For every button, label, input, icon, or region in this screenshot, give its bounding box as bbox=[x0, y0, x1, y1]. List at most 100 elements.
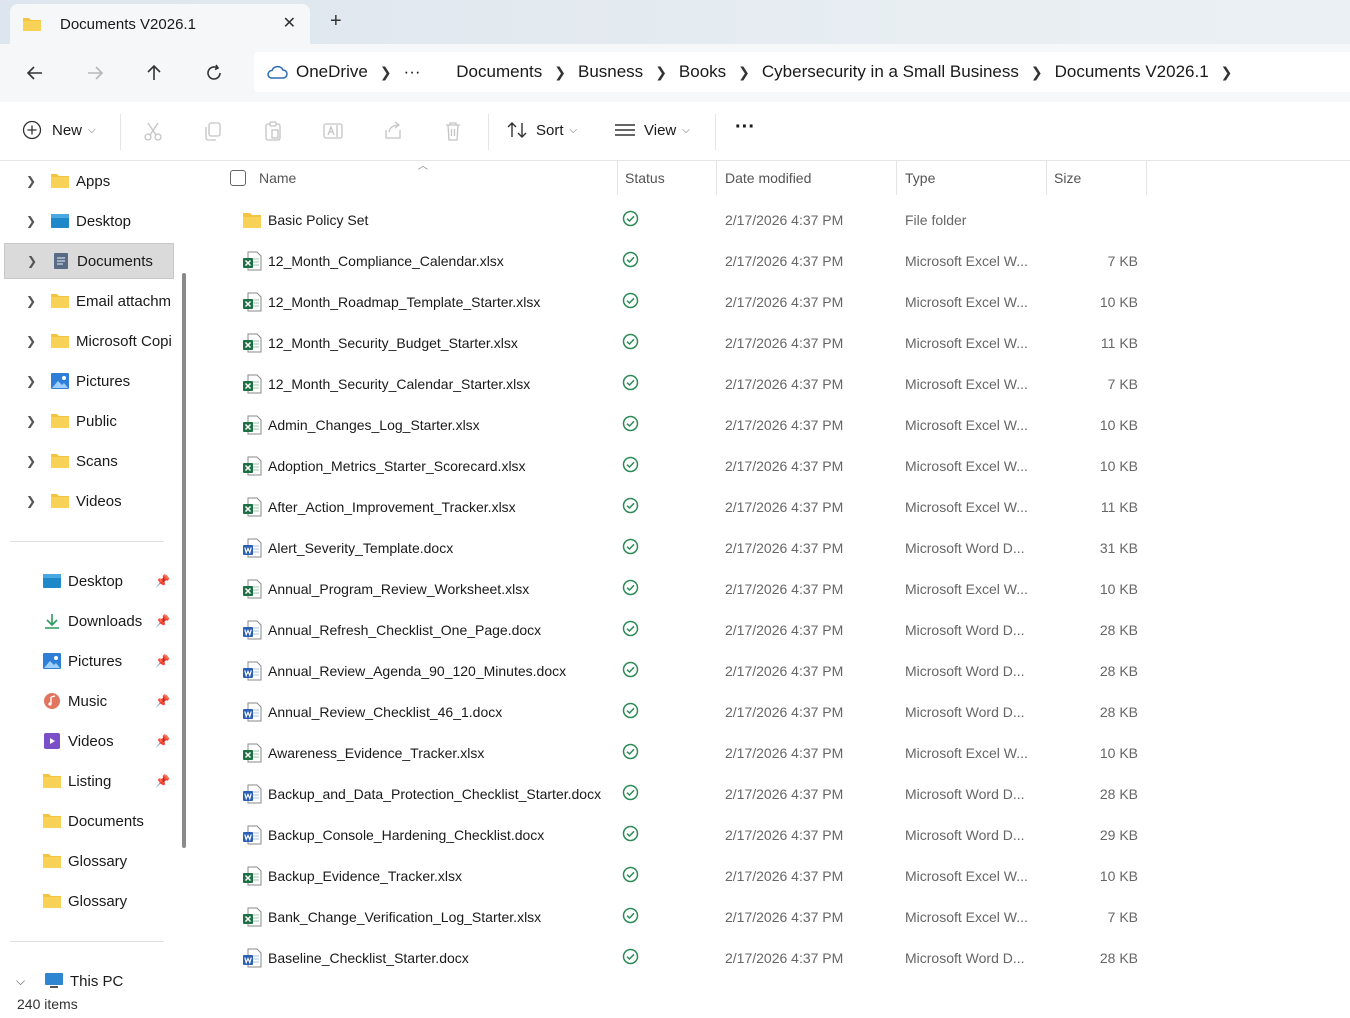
plus-icon[interactable]: + bbox=[330, 10, 342, 33]
file-row[interactable]: Bank_Change_Verification_Log_Starter.xls… bbox=[226, 896, 1146, 937]
sort-button[interactable]: Sort ⌵ bbox=[506, 120, 577, 140]
column-header-size[interactable]: Size bbox=[1054, 161, 1081, 195]
file-row[interactable]: Backup_and_Data_Protection_Checklist_Sta… bbox=[226, 773, 1146, 814]
chevron-right-icon[interactable]: ❯ bbox=[26, 294, 38, 308]
refresh-button[interactable] bbox=[199, 58, 229, 88]
file-row[interactable]: Baseline_Checklist_Starter.docx 2/17/2026… bbox=[226, 937, 1146, 978]
folder-row[interactable]: Basic Policy Set 2/17/2026 4:37 PM File fo… bbox=[226, 199, 1146, 240]
back-button[interactable] bbox=[20, 58, 50, 88]
file-row[interactable]: 12_Month_Security_Calendar_Starter.xlsx 2… bbox=[226, 363, 1146, 404]
close-icon[interactable]: ✕ bbox=[283, 13, 296, 33]
chevron-right-icon[interactable]: ❯ bbox=[380, 64, 392, 81]
sidebar-item-email-attachm[interactable]: ❯ Email attachm bbox=[0, 283, 180, 319]
chevron-right-icon[interactable]: ❯ bbox=[1031, 64, 1043, 81]
chevron-right-icon[interactable]: ❯ bbox=[26, 494, 38, 508]
file-row[interactable]: Annual_Refresh_Checklist_One_Page.docx 2/… bbox=[226, 609, 1146, 650]
pin-icon[interactable]: 📌 bbox=[155, 614, 170, 628]
file-row[interactable]: Alert_Severity_Template.docx 2/17/2026 4:… bbox=[226, 527, 1146, 568]
chevron-right-icon[interactable]: ❯ bbox=[26, 334, 38, 348]
cut-button[interactable] bbox=[142, 120, 164, 142]
pin-icon[interactable]: 📌 bbox=[155, 654, 170, 668]
paste-button[interactable] bbox=[262, 120, 284, 142]
breadcrumb-documents[interactable]: Documents bbox=[456, 62, 542, 82]
quick-access-pictures[interactable]: Pictures 📌 bbox=[0, 643, 180, 679]
up-button[interactable] bbox=[139, 58, 169, 88]
file-name-cell: Annual_Review_Checklist_46_1.docx bbox=[242, 702, 502, 722]
quick-access-listing[interactable]: Listing 📌 bbox=[0, 763, 180, 799]
breadcrumb-books[interactable]: Books bbox=[679, 62, 726, 82]
column-divider[interactable] bbox=[617, 161, 618, 195]
pin-icon[interactable]: 📌 bbox=[155, 734, 170, 748]
status-cell bbox=[622, 251, 639, 271]
sidebar-item-this-pc[interactable]: ⌵ This PC bbox=[0, 963, 180, 990]
quick-access-glossary[interactable]: Glossary bbox=[0, 883, 180, 919]
breadcrumb-busness[interactable]: Busness bbox=[578, 62, 643, 82]
file-row[interactable]: After_Action_Improvement_Tracker.xlsx 2/1… bbox=[226, 486, 1146, 527]
sidebar-item-microsoft-copi[interactable]: ❯ Microsoft Copi bbox=[0, 323, 180, 359]
breadcrumb-overflow[interactable]: ··· bbox=[404, 62, 421, 82]
chevron-right-icon[interactable]: ❯ bbox=[26, 174, 38, 188]
file-row[interactable]: Backup_Evidence_Tracker.xlsx 2/17/2026 4:… bbox=[226, 855, 1146, 896]
column-divider[interactable] bbox=[1046, 161, 1047, 195]
sidebar-item-documents[interactable]: ❯ Documents bbox=[4, 243, 174, 279]
delete-button[interactable] bbox=[442, 120, 464, 142]
file-row[interactable]: Annual_Program_Review_Worksheet.xlsx 2/17… bbox=[226, 568, 1146, 609]
file-name-cell: Annual_Program_Review_Worksheet.xlsx bbox=[242, 579, 529, 599]
sidebar-scrollbar[interactable] bbox=[182, 273, 186, 848]
quick-access-videos[interactable]: Videos 📌 bbox=[0, 723, 180, 759]
pin-icon[interactable]: 📌 bbox=[155, 574, 170, 588]
file-row[interactable]: 12_Month_Roadmap_Template_Starter.xlsx 2/… bbox=[226, 281, 1146, 322]
sidebar-item-pictures[interactable]: ❯ Pictures bbox=[0, 363, 180, 399]
quick-access-desktop[interactable]: Desktop 📌 bbox=[0, 563, 180, 599]
pin-icon[interactable]: 📌 bbox=[155, 694, 170, 708]
sidebar-item-scans[interactable]: ❯ Scans bbox=[0, 443, 180, 479]
chevron-right-icon[interactable]: ❯ bbox=[26, 414, 38, 428]
sidebar-item-videos[interactable]: ❯ Videos bbox=[0, 483, 180, 519]
quick-access-glossary[interactable]: Glossary bbox=[0, 843, 180, 879]
select-all-checkbox[interactable] bbox=[230, 170, 246, 186]
tab-documents[interactable]: Documents V2026.1 ✕ bbox=[10, 4, 310, 44]
view-button[interactable]: View ⌵ bbox=[614, 120, 690, 140]
file-row[interactable]: Awareness_Evidence_Tracker.xlsx 2/17/2026… bbox=[226, 732, 1146, 773]
chevron-right-icon[interactable]: ❯ bbox=[27, 254, 39, 268]
breadcrumb-onedrive[interactable]: OneDrive bbox=[296, 62, 368, 82]
sidebar-item-public[interactable]: ❯ Public bbox=[0, 403, 180, 439]
share-button[interactable] bbox=[382, 120, 404, 142]
address-bar[interactable]: OneDrive ❯ ··· ❯ Documents ❯ Busness ❯ B… bbox=[254, 52, 1350, 92]
file-row[interactable]: Admin_Changes_Log_Starter.xlsx 2/17/2026 … bbox=[226, 404, 1146, 445]
rename-button[interactable] bbox=[322, 120, 344, 142]
chevron-right-icon[interactable]: ❯ bbox=[26, 454, 38, 468]
file-row[interactable]: 12_Month_Security_Budget_Starter.xlsx 2/1… bbox=[226, 322, 1146, 363]
column-header-type[interactable]: Type bbox=[905, 161, 935, 195]
file-row[interactable]: 12_Month_Compliance_Calendar.xlsx 2/17/20… bbox=[226, 240, 1146, 281]
file-row[interactable]: Annual_Review_Agenda_90_120_Minutes.docx… bbox=[226, 650, 1146, 691]
file-row[interactable]: Annual_Review_Checklist_46_1.docx 2/17/20… bbox=[226, 691, 1146, 732]
chevron-down-icon[interactable]: ⌵ bbox=[16, 974, 28, 989]
column-divider[interactable] bbox=[1146, 161, 1147, 195]
chevron-right-icon[interactable]: ❯ bbox=[554, 64, 566, 81]
copy-button[interactable] bbox=[202, 120, 224, 142]
chevron-right-icon[interactable]: ❯ bbox=[1221, 64, 1233, 81]
column-divider[interactable] bbox=[896, 161, 897, 195]
more-options-button[interactable]: ··· bbox=[735, 116, 755, 139]
column-divider[interactable] bbox=[716, 161, 717, 195]
chevron-right-icon[interactable]: ❯ bbox=[738, 64, 750, 81]
column-header-status[interactable]: Status bbox=[625, 161, 665, 195]
new-button[interactable]: New ⌵ bbox=[22, 120, 96, 140]
pin-icon[interactable]: 📌 bbox=[155, 774, 170, 788]
column-header-name[interactable]: Name bbox=[259, 161, 296, 195]
chevron-right-icon[interactable]: ❯ bbox=[26, 214, 38, 228]
chevron-right-icon[interactable]: ❯ bbox=[26, 374, 38, 388]
breadcrumb-current[interactable]: Documents V2026.1 bbox=[1055, 62, 1209, 82]
quick-access-documents[interactable]: Documents bbox=[0, 803, 180, 839]
quick-access-downloads[interactable]: Downloads 📌 bbox=[0, 603, 180, 639]
forward-button[interactable] bbox=[80, 58, 110, 88]
quick-access-music[interactable]: Music 📌 bbox=[0, 683, 180, 719]
chevron-right-icon[interactable]: ❯ bbox=[655, 64, 667, 81]
sidebar-item-apps[interactable]: ❯ Apps bbox=[0, 163, 180, 199]
column-header-date[interactable]: Date modified bbox=[725, 161, 811, 195]
file-row[interactable]: Adoption_Metrics_Starter_Scorecard.xlsx 2… bbox=[226, 445, 1146, 486]
file-row[interactable]: Backup_Console_Hardening_Checklist.docx 2… bbox=[226, 814, 1146, 855]
breadcrumb-cybersecurity[interactable]: Cybersecurity in a Small Business bbox=[762, 62, 1019, 82]
sidebar-item-desktop[interactable]: ❯ Desktop bbox=[0, 203, 180, 239]
